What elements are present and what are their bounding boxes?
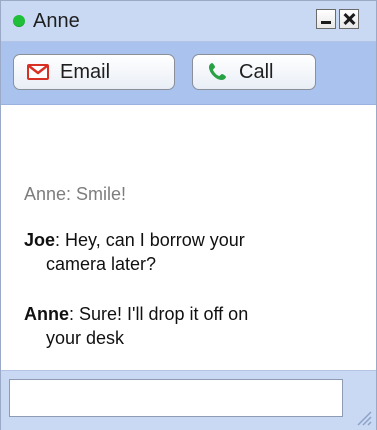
message-sender: Anne xyxy=(24,304,69,324)
phone-icon xyxy=(205,60,229,84)
chat-message: Joe: Hey, can I borrow your camera later… xyxy=(24,228,354,276)
chat-input-area xyxy=(1,370,376,430)
close-button[interactable] xyxy=(339,9,359,29)
message-text: : Sure! I'll drop it off on xyxy=(69,304,249,324)
gmail-icon xyxy=(26,60,50,84)
message-input[interactable] xyxy=(9,379,343,417)
message-continuation: camera later? xyxy=(46,254,157,274)
call-button[interactable]: Call xyxy=(192,54,316,90)
minimize-button[interactable] xyxy=(316,9,336,29)
email-button[interactable]: Email xyxy=(13,54,175,90)
online-status-icon xyxy=(13,15,25,27)
chat-history[interactable]: Anne: Smile! Joe: Hey, can I borrow your… xyxy=(1,105,376,369)
message-text: Anne: Smile! xyxy=(24,184,127,204)
chat-message: Anne: Sure! I'll drop it off on your des… xyxy=(24,302,354,350)
message-text: : Hey, can I borrow your xyxy=(55,230,245,250)
chat-toolbar: Email Call xyxy=(1,42,376,105)
message-continuation: your desk xyxy=(46,328,125,348)
chat-message: Anne: Smile! xyxy=(24,182,354,206)
resize-handle-icon[interactable] xyxy=(354,408,372,426)
chat-window: Anne Email Call Anne: Smile! Joe: Hey, c… xyxy=(0,0,377,430)
email-button-label: Email xyxy=(60,60,111,83)
chat-titlebar[interactable]: Anne xyxy=(1,1,376,42)
contact-name: Anne xyxy=(33,10,80,32)
message-sender: Joe xyxy=(24,230,56,250)
call-button-label: Call xyxy=(239,60,274,83)
